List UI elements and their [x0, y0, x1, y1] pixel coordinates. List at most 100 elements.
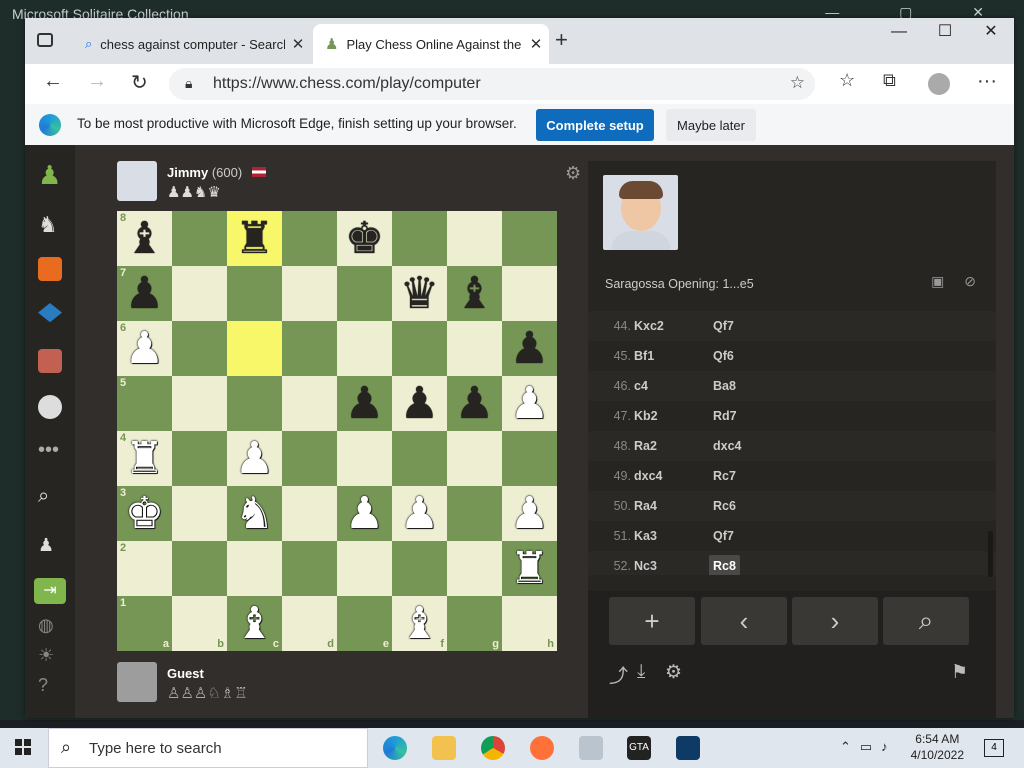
- square-b1[interactable]: b: [172, 596, 227, 651]
- black-move[interactable]: Rd7: [709, 405, 741, 427]
- move-list[interactable]: 44. Kxc2 Qf7 45. Bf1 Qf6 46. c4 Ba8 47. Kb2 Rd7 48. R…: [588, 311, 996, 575]
- play-icon[interactable]: ♞: [38, 213, 62, 237]
- white-piece-n[interactable]: ♞: [235, 491, 274, 536]
- lock-icon[interactable]: 🔒︎: [185, 75, 192, 92]
- square-a5[interactable]: 5: [117, 376, 172, 431]
- white-move[interactable]: c4: [634, 379, 648, 393]
- black-piece-k[interactable]: ♚: [345, 216, 384, 261]
- square-g1[interactable]: g: [447, 596, 502, 651]
- guest-avatar[interactable]: [117, 662, 157, 702]
- add-friend-icon[interactable]: ♟: [38, 535, 62, 559]
- minimize-icon[interactable]: —: [876, 18, 922, 48]
- black-piece-b[interactable]: ♝: [125, 216, 164, 261]
- square-e1[interactable]: e: [337, 596, 392, 651]
- edge-taskbar-icon[interactable]: [383, 736, 407, 760]
- square-f1[interactable]: f ♝: [392, 596, 447, 651]
- windows-start-icon[interactable]: [15, 739, 31, 755]
- previous-move-button[interactable]: ‹: [701, 597, 787, 645]
- favorites-icon[interactable]: ☆: [839, 70, 855, 91]
- next-move-button[interactable]: ›: [792, 597, 878, 645]
- search-icon[interactable]: ⌕: [38, 485, 62, 509]
- square-f6[interactable]: [392, 321, 447, 376]
- square-c4[interactable]: ♟: [227, 431, 282, 486]
- white-piece-b[interactable]: ♝: [235, 601, 274, 646]
- square-g3[interactable]: [447, 486, 502, 541]
- square-f3[interactable]: ♟: [392, 486, 447, 541]
- news-icon[interactable]: [38, 349, 62, 373]
- more-menu-icon[interactable]: ···: [977, 70, 997, 93]
- square-f5[interactable]: ♟: [392, 376, 447, 431]
- square-b5[interactable]: [172, 376, 227, 431]
- square-h1[interactable]: h: [502, 596, 557, 651]
- maximize-icon[interactable]: ☐: [922, 18, 968, 48]
- square-b8[interactable]: [172, 211, 227, 266]
- square-a6[interactable]: 6 ♟: [117, 321, 172, 376]
- white-move[interactable]: Kxc2: [634, 319, 664, 333]
- help-icon[interactable]: ?: [38, 675, 62, 699]
- square-a4[interactable]: 4 ♜: [117, 431, 172, 486]
- tab-actions-icon[interactable]: [37, 33, 53, 47]
- system-clock[interactable]: 6:54 AM 4/10/2022: [911, 731, 964, 763]
- black-move[interactable]: Rc8: [709, 555, 740, 575]
- move-list-scrollbar[interactable]: [988, 531, 993, 577]
- square-c2[interactable]: [227, 541, 282, 596]
- square-b4[interactable]: [172, 431, 227, 486]
- opening-explorer-icons[interactable]: ▣ ⊘: [931, 273, 984, 290]
- square-d2[interactable]: [282, 541, 337, 596]
- square-a2[interactable]: 2: [117, 541, 172, 596]
- collections-icon[interactable]: ⧉: [883, 70, 896, 91]
- square-d3[interactable]: [282, 486, 337, 541]
- square-h8[interactable]: [502, 211, 557, 266]
- forward-arrow-icon[interactable]: →: [87, 70, 107, 93]
- black-piece-p[interactable]: ♟: [125, 271, 164, 316]
- square-f2[interactable]: [392, 541, 447, 596]
- file-explorer-icon[interactable]: [432, 736, 456, 760]
- white-piece-p[interactable]: ♟: [345, 491, 384, 536]
- square-b6[interactable]: [172, 321, 227, 376]
- square-b7[interactable]: [172, 266, 227, 321]
- new-game-button[interactable]: +: [609, 597, 695, 645]
- board-settings-gear-icon[interactable]: ⚙: [565, 163, 581, 184]
- white-move[interactable]: Ra4: [634, 499, 657, 513]
- close-icon[interactable]: ✕: [285, 35, 311, 53]
- solitaire-icon[interactable]: [676, 736, 700, 760]
- square-g4[interactable]: [447, 431, 502, 486]
- black-move[interactable]: Rc6: [709, 495, 740, 517]
- square-e3[interactable]: ♟: [337, 486, 392, 541]
- white-piece-p[interactable]: ♟: [125, 326, 164, 371]
- white-piece-p[interactable]: ♟: [235, 436, 274, 481]
- square-c5[interactable]: [227, 376, 282, 431]
- white-piece-p[interactable]: ♟: [400, 491, 439, 536]
- back-arrow-icon[interactable]: ←: [43, 70, 63, 93]
- white-piece-r[interactable]: ♜: [510, 546, 549, 591]
- square-b3[interactable]: [172, 486, 227, 541]
- square-h2[interactable]: ♜: [502, 541, 557, 596]
- black-piece-q[interactable]: ♛: [400, 271, 439, 316]
- tab-chess[interactable]: ♟ Play Chess Online Against the Computer…: [313, 24, 549, 64]
- white-piece-b[interactable]: ♝: [400, 601, 439, 646]
- square-c6[interactable]: [227, 321, 282, 376]
- app-taskbar-icon[interactable]: GTA: [627, 736, 651, 760]
- black-move[interactable]: dxc4: [709, 435, 746, 457]
- square-c3[interactable]: ♞: [227, 486, 282, 541]
- white-move[interactable]: Ka3: [634, 529, 657, 543]
- notification-center-icon[interactable]: 4: [984, 739, 1004, 757]
- refresh-icon[interactable]: ↻: [131, 70, 148, 95]
- white-move[interactable]: Bf1: [634, 349, 654, 363]
- square-g5[interactable]: ♟: [447, 376, 502, 431]
- black-move[interactable]: Qf7: [709, 525, 738, 547]
- taskbar-search-box[interactable]: ⌕ Type here to search: [48, 728, 368, 768]
- complete-setup-button[interactable]: Complete setup: [536, 109, 654, 141]
- profile-avatar[interactable]: [928, 73, 950, 95]
- square-g6[interactable]: [447, 321, 502, 376]
- more-icon[interactable]: •••: [38, 440, 62, 465]
- close-icon[interactable]: ✕: [523, 35, 549, 53]
- square-d4[interactable]: [282, 431, 337, 486]
- close-window-icon[interactable]: ✕: [968, 18, 1014, 48]
- square-c7[interactable]: [227, 266, 282, 321]
- square-f4[interactable]: [392, 431, 447, 486]
- square-e2[interactable]: [337, 541, 392, 596]
- theme-icon[interactable]: ☀: [38, 645, 62, 669]
- white-piece-p[interactable]: ♟: [510, 491, 549, 536]
- task-manager-icon[interactable]: [579, 736, 603, 760]
